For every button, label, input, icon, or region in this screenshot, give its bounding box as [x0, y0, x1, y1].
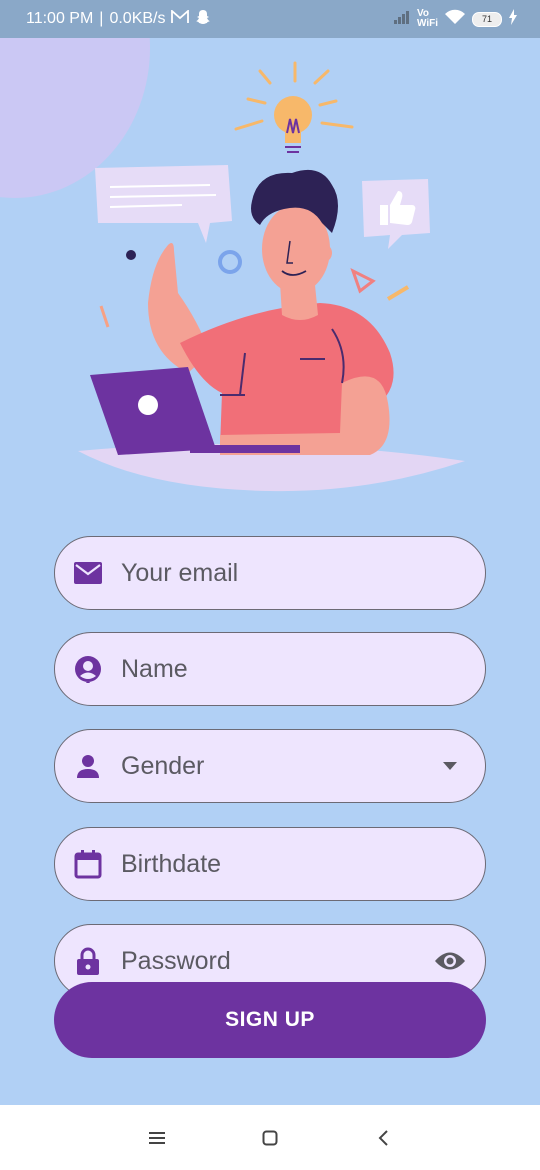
battery-icon: 71 [472, 11, 502, 27]
status-divider: | [99, 10, 104, 27]
birthdate-placeholder: Birthdate [121, 849, 222, 878]
calendar-icon [73, 849, 103, 879]
hero-illustration [78, 61, 465, 492]
vowifi-bottom: WiFi [416, 18, 438, 29]
signal-icon [393, 10, 411, 29]
status-network-speed: 0.0KB/s [109, 10, 166, 27]
battery-level: 71 [472, 11, 502, 27]
speech-bubble [95, 165, 232, 243]
email-placeholder: Your email [121, 558, 239, 587]
dropdown-arrow-icon[interactable] [433, 751, 467, 781]
back-chevron-icon[interactable] [368, 1123, 398, 1153]
system-nav-bar [0, 1105, 540, 1170]
lock-icon [73, 946, 103, 976]
ring-decoration [218, 250, 242, 274]
vowifi-label: Vo WiFi [417, 9, 438, 29]
person-icon [73, 751, 103, 781]
signup-screen: Your email Name Gender Birthdate Passwor… [0, 38, 540, 1105]
password-placeholder: Password [121, 946, 231, 975]
gender-select[interactable]: Gender [54, 729, 486, 803]
menu-icon[interactable] [142, 1123, 172, 1153]
lightbulb-icon [234, 61, 354, 153]
gender-placeholder: Gender [121, 751, 205, 780]
signup-button[interactable]: SIGN UP [54, 982, 486, 1058]
home-square-icon[interactable] [255, 1123, 285, 1153]
account-circle-icon [73, 654, 103, 684]
charging-icon [508, 8, 518, 30]
status-time: 11:00 PM [26, 10, 94, 27]
dash-decoration-2 [386, 285, 410, 301]
status-bar: 11:00 PM | 0.0KB/s Vo WiFi 71 [0, 0, 540, 38]
status-right: Vo WiFi 71 [393, 8, 518, 30]
snapchat-icon [195, 9, 211, 30]
dash-decoration [99, 305, 110, 328]
gmail-icon [171, 8, 190, 29]
thumbs-up-bubble [362, 179, 430, 249]
name-field[interactable]: Name [54, 632, 486, 706]
mail-icon [73, 558, 103, 588]
dot-decoration [126, 250, 136, 260]
wifi-icon [444, 9, 466, 30]
name-placeholder: Name [121, 654, 188, 683]
status-left: 11:00 PM | 0.0KB/s [26, 8, 211, 30]
email-field[interactable]: Your email [54, 536, 486, 610]
eye-icon[interactable] [433, 946, 467, 976]
triangle-decoration [350, 268, 376, 294]
birthdate-field[interactable]: Birthdate [54, 827, 486, 901]
